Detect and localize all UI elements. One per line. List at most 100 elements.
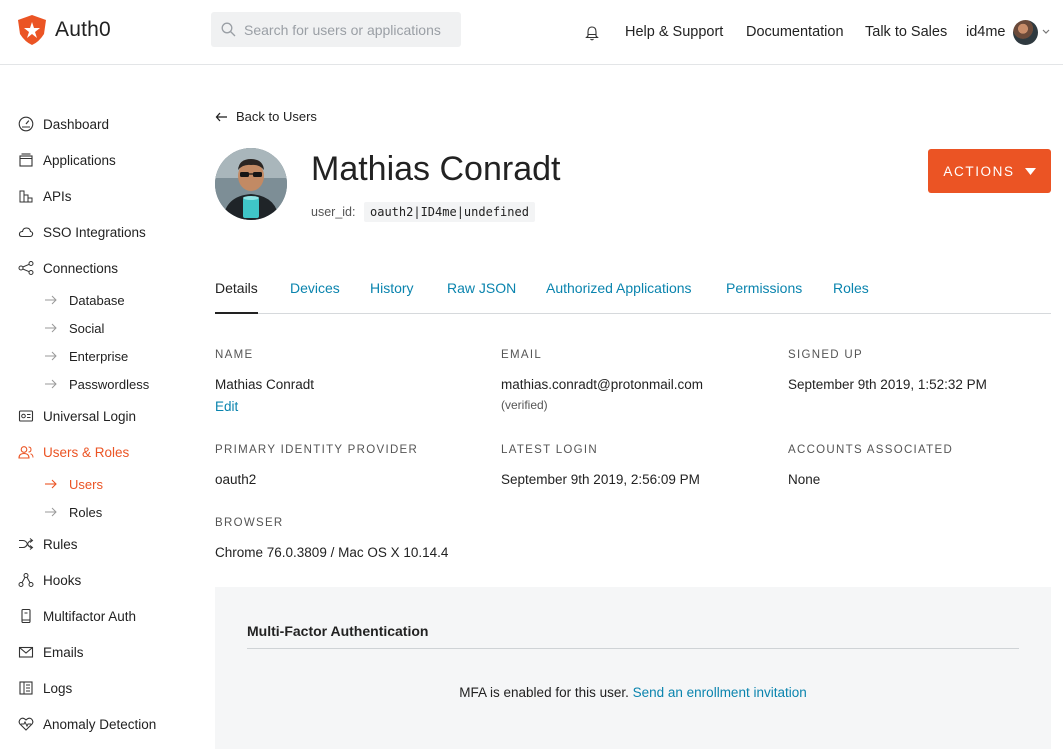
tab-devices[interactable]: Devices [290, 280, 340, 314]
back-to-users-link[interactable]: Back to Users [215, 109, 317, 124]
sidebar-item-label: SSO Integrations [43, 224, 146, 240]
page-title: Mathias Conradt [311, 150, 561, 188]
sidebar-item-label: Emails [43, 644, 84, 660]
mfa-title: Multi-Factor Authentication [247, 623, 429, 639]
identity-provider-value: oauth2 [215, 472, 257, 487]
tab-details[interactable]: Details [215, 280, 258, 314]
sidebar-item-connections[interactable]: Connections [17, 258, 118, 278]
phone-icon [17, 607, 35, 625]
accounts-associated-value: None [788, 472, 821, 487]
sidebar-item-logs[interactable]: Logs [17, 678, 72, 698]
caret-down-icon [1024, 167, 1036, 175]
sidebar-item-label: Universal Login [43, 408, 137, 424]
sidebar-item-label: Applications [43, 152, 116, 168]
applications-icon [17, 151, 35, 169]
sidebar-item-label: Users & Roles [43, 444, 130, 460]
top-bar: Auth0 Help & Support Documentation Talk … [0, 0, 1063, 65]
divider [247, 648, 1019, 649]
sidebar-item-anomaly-detection[interactable]: Anomaly Detection [17, 714, 156, 734]
user-avatar[interactable] [1013, 20, 1038, 45]
sidebar-subitem-database[interactable]: Database [44, 291, 125, 309]
user-id-label: user_id: [311, 205, 356, 219]
email-value: mathias.conradt@protonmail.com [501, 377, 704, 392]
arrow-left-icon [215, 112, 227, 121]
arrow-right-icon [44, 479, 62, 489]
tab-raw-json[interactable]: Raw JSON [447, 280, 516, 314]
sidebar-item-label: Rules [43, 536, 78, 552]
mail-icon [17, 643, 35, 661]
signed-up-label: Signed Up [788, 349, 863, 361]
signed-up-value: September 9th 2019, 1:52:32 PM [788, 377, 987, 392]
sidebar-subitem-users[interactable]: Users [44, 475, 103, 493]
rules-icon [17, 535, 35, 553]
sidebar-item-multifactor-auth[interactable]: Multifactor Auth [17, 606, 136, 626]
search-box[interactable] [211, 12, 461, 47]
dashboard-icon [17, 115, 35, 133]
name-value: Mathias Conradt [215, 377, 315, 392]
mfa-status-text: MFA is enabled for this user. [459, 685, 629, 700]
logo-text: Auth0 [55, 18, 111, 41]
mfa-status: MFA is enabled for this user. Send an en… [215, 685, 1051, 700]
tab-history[interactable]: History [370, 280, 414, 314]
sidebar-subitem-label: Passwordless [69, 376, 150, 392]
sidebar-item-label: APIs [43, 188, 72, 204]
sidebar-item-label: Anomaly Detection [43, 716, 157, 732]
sidebar-item-label: Hooks [43, 572, 82, 588]
latest-login-value: September 9th 2019, 2:56:09 PM [501, 472, 700, 487]
sidebar-item-applications[interactable]: Applications [17, 150, 116, 170]
notifications-button[interactable] [585, 25, 599, 46]
sidebar-subitem-label: Users [69, 476, 103, 492]
logo[interactable]: Auth0 [17, 14, 111, 46]
talk-to-sales-link[interactable]: Talk to Sales [865, 24, 947, 40]
sidebar-subitem-label: Roles [69, 504, 103, 520]
arrow-right-icon [44, 507, 62, 517]
sidebar-subitem-label: Enterprise [69, 348, 129, 364]
help-support-link[interactable]: Help & Support [625, 24, 723, 40]
sidebar-item-emails[interactable]: Emails [17, 642, 84, 662]
back-label: Back to Users [236, 109, 317, 124]
sidebar-item-hooks[interactable]: Hooks [17, 570, 81, 590]
sidebar-subitem-passwordless[interactable]: Passwordless [44, 375, 149, 393]
bell-icon [585, 26, 599, 41]
apis-icon [17, 187, 35, 205]
email-label: Email [501, 349, 543, 361]
sidebar-item-universal-login[interactable]: Universal Login [17, 406, 136, 426]
edit-name-link[interactable]: Edit [215, 399, 238, 414]
sidebar-subitem-label: Database [69, 292, 125, 308]
sidebar-item-label: Logs [43, 680, 73, 696]
user-id-value: oauth2|ID4me|undefined [364, 202, 535, 222]
sidebar-item-sso-integrations[interactable]: SSO Integrations [17, 222, 146, 242]
latest-login-label: Latest Login [501, 444, 598, 456]
sidebar-subitem-label: Social [69, 320, 105, 336]
sidebar-item-label: Dashboard [43, 116, 110, 132]
sidebar-item-dashboard[interactable]: Dashboard [17, 114, 109, 134]
chevron-down-icon[interactable] [1042, 29, 1050, 35]
sidebar-subitem-enterprise[interactable]: Enterprise [44, 347, 128, 365]
search-icon [221, 22, 236, 37]
sidebar-item-users-roles[interactable]: Users & Roles [17, 442, 129, 462]
tab-permissions[interactable]: Permissions [726, 280, 802, 314]
sidebar-item-rules[interactable]: Rules [17, 534, 78, 554]
cloud-icon [17, 223, 35, 241]
actions-button[interactable]: ACTIONS [928, 149, 1051, 193]
users-icon [17, 443, 35, 461]
sidebar-subitem-roles[interactable]: Roles [44, 503, 102, 521]
documentation-link[interactable]: Documentation [746, 24, 844, 40]
sidebar-item-apis[interactable]: APIs [17, 186, 72, 206]
browser-label: Browser [215, 517, 284, 529]
tab-roles[interactable]: Roles [833, 280, 869, 314]
arrow-right-icon [44, 323, 62, 333]
sidebar-item-label: Connections [43, 260, 119, 276]
identity-provider-label: Primary Identity Provider [215, 444, 419, 456]
arrow-right-icon [44, 379, 62, 389]
universal-login-icon [17, 407, 35, 425]
sidebar-subitem-social[interactable]: Social [44, 319, 104, 337]
tab-authorized-applications[interactable]: Authorized Applications [546, 280, 692, 314]
arrow-right-icon [44, 295, 62, 305]
name-label: Name [215, 349, 254, 361]
user-menu-name[interactable]: id4me [966, 24, 1006, 40]
search-input[interactable] [244, 21, 454, 38]
send-enrollment-invitation-link[interactable]: Send an enrollment invitation [633, 685, 807, 700]
arrow-right-icon [44, 351, 62, 361]
sidebar-item-label: Multifactor Auth [43, 608, 137, 624]
